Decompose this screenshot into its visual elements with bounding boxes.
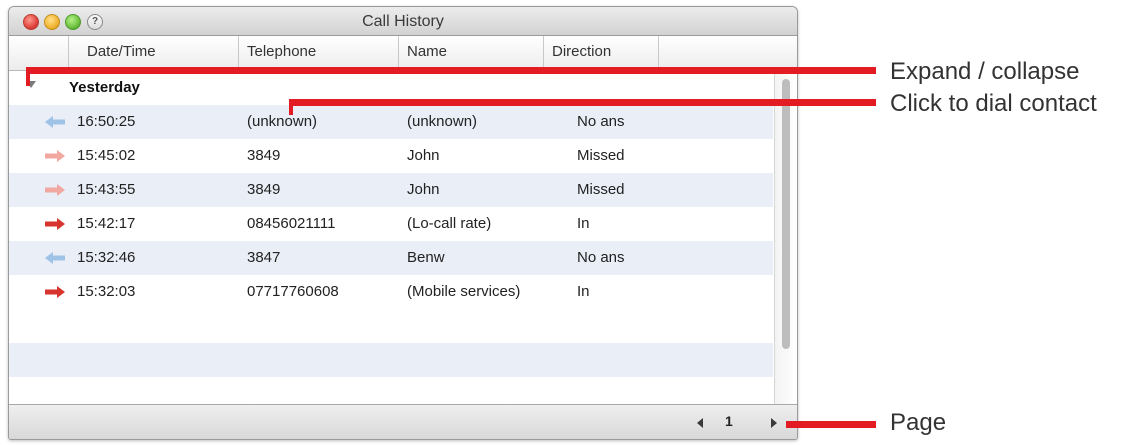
call-time: 15:45:02: [77, 147, 136, 164]
incoming-arrow-icon: [45, 252, 65, 264]
scrollbar-thumb[interactable]: [782, 79, 790, 349]
callout-page-line: [786, 421, 876, 428]
empty-row: [9, 309, 773, 343]
call-time: 16:50:25: [77, 113, 136, 130]
column-header-datetime[interactable]: Date/Time: [69, 36, 239, 70]
call-direction: Missed: [577, 181, 625, 198]
call-direction: No ans: [577, 249, 625, 266]
call-row[interactable]: 16:50:25 (unknown) (unknown) No ans: [9, 105, 773, 139]
window-title: Call History: [362, 13, 444, 30]
call-direction: In: [577, 283, 590, 300]
title-bar: ? Call History: [9, 7, 797, 36]
empty-row: [9, 343, 773, 377]
column-header: Date/Time Telephone Name Direction: [9, 36, 797, 71]
call-time: 15:32:03: [77, 283, 136, 300]
call-row[interactable]: 15:32:03 07717760608 (Mobile services) In: [9, 275, 773, 309]
call-time: 15:43:55: [77, 181, 136, 198]
call-name[interactable]: John: [407, 139, 440, 173]
call-name[interactable]: John: [407, 173, 440, 207]
column-header-direction[interactable]: Direction: [544, 36, 659, 70]
callout-dial-line: [289, 99, 876, 106]
call-telephone[interactable]: 3849: [247, 173, 280, 207]
call-telephone[interactable]: 07717760608: [247, 275, 339, 309]
page-number: 1: [725, 413, 733, 429]
call-name[interactable]: (Lo-call rate): [407, 207, 491, 241]
incoming-arrow-icon: [45, 116, 65, 128]
call-direction: No ans: [577, 113, 625, 130]
call-row[interactable]: 15:32:46 3847 Benw No ans: [9, 241, 773, 275]
missed-arrow-icon: [45, 184, 65, 196]
call-list: Yesterday 16:50:25 (unknown) (unknown) No a…: [9, 71, 773, 405]
inbound-arrow-icon: [45, 218, 65, 230]
call-direction: Missed: [577, 147, 625, 164]
vertical-scrollbar[interactable]: [774, 71, 797, 405]
column-header-spacer: [9, 36, 69, 70]
footer-bar: 1: [9, 404, 797, 439]
call-time: 15:32:46: [77, 249, 136, 266]
call-telephone[interactable]: 3849: [247, 139, 280, 173]
call-row[interactable]: 15:45:02 3849 John Missed: [9, 139, 773, 173]
callout-expand-line: [26, 67, 876, 74]
call-direction: In: [577, 215, 590, 232]
call-name[interactable]: (Mobile services): [407, 275, 520, 309]
call-telephone[interactable]: (unknown): [247, 105, 317, 139]
callout-expand-label: Expand / collapse: [890, 58, 1080, 85]
next-page-icon[interactable]: [771, 418, 777, 428]
missed-arrow-icon: [45, 150, 65, 162]
callout-dial-label: Click to dial contact: [890, 90, 1097, 117]
call-telephone[interactable]: 08456021111: [247, 207, 335, 241]
column-header-name[interactable]: Name: [399, 36, 544, 70]
call-telephone[interactable]: 3847: [247, 241, 280, 275]
group-label: Yesterday: [69, 79, 140, 96]
column-header-telephone[interactable]: Telephone: [239, 36, 399, 70]
call-time: 15:42:17: [77, 215, 136, 232]
call-row[interactable]: 15:42:17 08456021111 (Lo-call rate) In: [9, 207, 773, 241]
previous-page-icon[interactable]: [697, 418, 703, 428]
empty-row: [9, 377, 773, 405]
call-name[interactable]: (unknown): [407, 105, 477, 139]
call-row[interactable]: 15:43:55 3849 John Missed: [9, 173, 773, 207]
call-name[interactable]: Benw: [407, 241, 445, 275]
callout-page-label: Page: [890, 409, 947, 436]
inbound-arrow-icon: [45, 286, 65, 298]
